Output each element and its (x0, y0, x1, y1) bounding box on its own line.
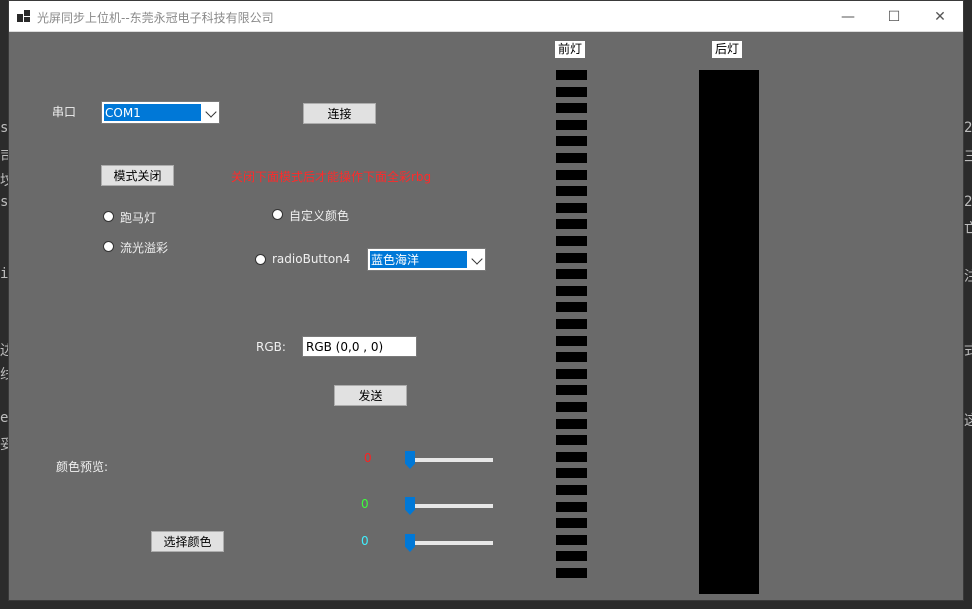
background-glyph: i (0, 266, 8, 282)
green-value: 0 (361, 497, 369, 511)
front-light-segment (556, 186, 587, 196)
blue-slider[interactable] (405, 532, 493, 554)
client-area: 串口 COM1 连接 模式关闭 关闭下面模式后才能操作下面全彩rbg 跑马灯 流… (9, 32, 963, 602)
app-window: 光屏同步上位机--东莞永冠电子科技有限公司 — ☐ ✕ 串口 COM1 连接 模… (8, 0, 964, 601)
slider-thumb[interactable] (405, 451, 415, 469)
front-light-segment (556, 302, 587, 312)
red-value: 0 (364, 451, 372, 465)
background-text-left: s 司 坟 s i 边 线 e 妥 (0, 0, 8, 609)
front-light-segment (556, 468, 587, 478)
front-light-segment (556, 336, 587, 346)
front-light-segment (556, 352, 587, 362)
rear-light-panel (699, 70, 759, 594)
preset-value: 蓝色海洋 (370, 251, 467, 268)
rgb-label: RGB: (256, 340, 286, 354)
front-light-segment (556, 103, 587, 113)
front-light-segment (556, 435, 587, 445)
custom-color-radio[interactable] (272, 209, 283, 220)
choose-color-button[interactable]: 选择颜色 (151, 531, 224, 552)
serial-port-label: 串口 (52, 105, 77, 119)
marquee-radio[interactable] (103, 211, 114, 222)
front-light-segment (556, 269, 587, 279)
background-glyph: 式 (964, 343, 972, 359)
slider-thumb[interactable] (405, 497, 415, 515)
front-light-segment (556, 402, 587, 412)
background-glyph: 边 (0, 343, 8, 359)
slider-thumb[interactable] (405, 534, 415, 552)
send-button[interactable]: 发送 (334, 385, 407, 406)
front-light-segment (556, 319, 587, 329)
front-light-segment (556, 87, 587, 97)
connect-button[interactable]: 连接 (303, 103, 376, 124)
front-light-segment (556, 120, 587, 130)
mode-warning-text: 关闭下面模式后才能操作下面全彩rbg (231, 170, 432, 184)
color-preview-label: 颜色预览: (56, 460, 109, 474)
front-light-label: 前灯 (555, 41, 586, 58)
green-slider[interactable] (405, 495, 493, 517)
background-glyph: s (0, 194, 8, 210)
background-text-right: 2 三 2 亡 注 式 这 (964, 0, 972, 609)
serial-port-value: COM1 (104, 104, 201, 121)
front-light-segment (556, 170, 587, 180)
front-light-segment (556, 253, 587, 263)
front-light-segment (556, 518, 587, 528)
rgb-textbox[interactable]: RGB (0,0 , 0) (302, 336, 417, 357)
front-light-segment (556, 203, 587, 213)
window-title: 光屏同步上位机--东莞永冠电子科技有限公司 (37, 11, 274, 25)
minimize-button[interactable]: — (825, 1, 871, 32)
background-glyph: 2 (964, 194, 972, 210)
front-light-segment (556, 153, 587, 163)
rear-light-label: 后灯 (712, 41, 743, 58)
blue-value: 0 (361, 534, 369, 548)
front-light-segment (556, 485, 587, 495)
front-light-segment (556, 219, 587, 229)
radio-button-4-label: radioButton4 (272, 252, 351, 266)
background-glyph: 线 (0, 367, 8, 383)
custom-color-label: 自定义颜色 (289, 209, 350, 223)
front-light-segment (556, 236, 587, 246)
app-icon (17, 10, 31, 24)
front-light-segment (556, 385, 587, 395)
chevron-down-icon (471, 252, 483, 265)
background-glyph: 2 (964, 120, 972, 136)
front-light-segment (556, 369, 587, 379)
front-light-segment (556, 568, 587, 578)
front-light-segment (556, 286, 587, 296)
chevron-down-icon (205, 105, 217, 118)
front-light-segment (556, 535, 587, 545)
background-glyph: e (0, 410, 8, 426)
red-slider[interactable] (405, 449, 493, 471)
front-light-segment (556, 502, 587, 512)
radio-button-4[interactable] (255, 254, 266, 265)
maximize-button[interactable]: ☐ (871, 1, 917, 32)
front-light-segment (556, 70, 587, 80)
background-glyph: 这 (964, 413, 972, 429)
flow-label: 流光溢彩 (120, 241, 169, 255)
background-glyph: 注 (964, 269, 972, 285)
flow-radio[interactable] (103, 241, 114, 252)
slider-track (405, 458, 493, 462)
close-button[interactable]: ✕ (917, 1, 963, 32)
background-glyph: 亡 (964, 221, 972, 237)
front-light-segment (556, 136, 587, 146)
front-light-segment (556, 452, 587, 462)
serial-port-combo[interactable]: COM1 (101, 101, 220, 124)
mode-close-button[interactable]: 模式关闭 (101, 165, 174, 186)
preset-combo[interactable]: 蓝色海洋 (367, 248, 486, 271)
front-light-segment (556, 551, 587, 561)
slider-track (405, 504, 493, 508)
front-light-segment (556, 419, 587, 429)
title-bar[interactable]: 光屏同步上位机--东莞永冠电子科技有限公司 — ☐ ✕ (9, 1, 963, 32)
marquee-label: 跑马灯 (120, 211, 157, 225)
slider-track (405, 541, 493, 545)
background-glyph: 三 (964, 149, 972, 165)
background-glyph: 坟 (0, 173, 8, 189)
background-glyph: 司 (0, 149, 8, 165)
background-glyph: 妥 (0, 437, 8, 453)
background-glyph: s (0, 120, 8, 136)
